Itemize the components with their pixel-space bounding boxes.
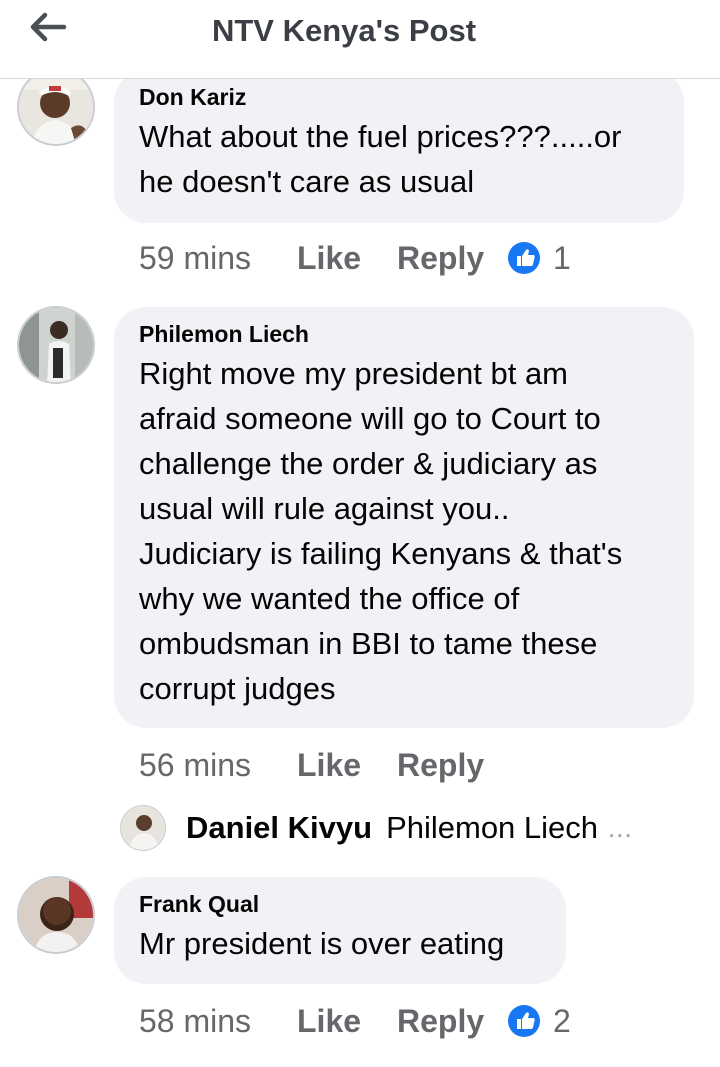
comment-text-line: why we wanted the office of (139, 581, 520, 616)
reply-button[interactable]: Reply (397, 747, 507, 784)
avatar-daniel-kivyu[interactable] (120, 805, 166, 851)
comment-timestamp: 56 mins (139, 746, 252, 783)
comment-text-line: ombudsman in BBI to tame these (139, 626, 598, 661)
comment-text-line: corrupt judges (139, 671, 336, 706)
avatar-frank-qual[interactable] (17, 876, 95, 954)
comment-actions: 56 mins Like Reply (139, 745, 507, 785)
reaction-summary[interactable]: 1 (507, 240, 571, 277)
comment-bubble: Frank Qual Mr president is over eating (114, 877, 566, 984)
reaction-summary[interactable]: 2 (507, 1003, 571, 1040)
reaction-count: 2 (553, 1002, 571, 1039)
like-button[interactable]: Like (297, 747, 397, 784)
comment-author[interactable]: Frank Qual (139, 891, 540, 918)
reply-button[interactable]: Reply (397, 240, 507, 277)
reply-ellipsis: ... (608, 812, 633, 843)
comment-text-line: What about the fuel prices???.....or (139, 119, 622, 154)
comment-bubble: Don Kariz What about the fuel prices???.… (114, 70, 684, 223)
like-button[interactable]: Like (297, 1003, 397, 1040)
reaction-count: 1 (553, 239, 571, 276)
avatar-don-kariz[interactable] (17, 68, 95, 146)
like-button[interactable]: Like (297, 240, 397, 277)
avatar-photo (121, 806, 165, 850)
comment-actions: 58 mins Like Reply 2 (139, 1001, 571, 1041)
avatar-photo (19, 70, 93, 144)
avatar-photo (19, 308, 93, 382)
comment-author[interactable]: Philemon Liech (139, 321, 668, 348)
thumbs-up-icon (508, 242, 540, 274)
top-bar: NTV Kenya's Post (0, 0, 720, 79)
page-title: NTV Kenya's Post (211, 13, 477, 48)
comment-text-line: Right move my president bt am (139, 356, 569, 391)
comment-timestamp: 58 mins (139, 1002, 252, 1039)
thumbs-up-icon (508, 1005, 540, 1037)
comment-author[interactable]: Don Kariz (139, 84, 658, 111)
comment-text-line: Mr president is over eating (139, 926, 505, 961)
reply-author[interactable]: Daniel Kivyu (186, 810, 372, 846)
comment-bubble: Philemon Liech Right move my president b… (114, 307, 694, 728)
comment-timestamp: 59 mins (139, 239, 252, 276)
reply-text: Philemon Liech (386, 810, 599, 845)
avatar-photo (19, 878, 93, 952)
reply-button[interactable]: Reply (397, 1003, 507, 1040)
comment-text-line: challenge the order & judiciary as (139, 446, 598, 481)
comment-text-line: he doesn't care as usual (139, 164, 475, 199)
comment-text-line: Judiciary is failing Kenyans & that's (139, 536, 623, 571)
comment-text-line: usual will rule against you.. (139, 491, 510, 526)
comment-text-line: afraid someone will go to Court to (139, 401, 601, 436)
avatar-philemon-liech[interactable] (17, 306, 95, 384)
comment-actions: 59 mins Like Reply 1 (139, 238, 571, 278)
reply-preview[interactable]: Daniel Kivyu Philemon Liech ... (120, 803, 680, 853)
